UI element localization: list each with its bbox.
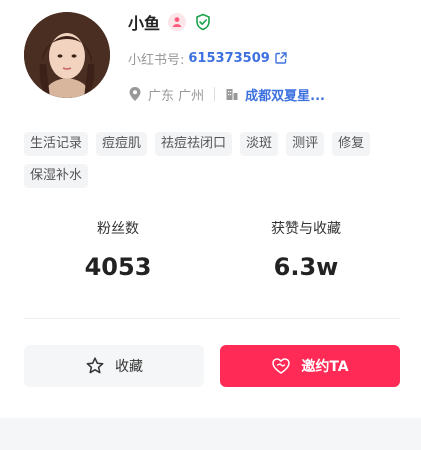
invite-label: 邀约TA [301, 359, 349, 375]
star-outline-icon [85, 356, 105, 376]
profile-card: 小鱼 小红书号: 615373509 广东 广州 成都双夏星... 生活记录 痘… [0, 0, 421, 418]
likes-value: 6.3w [273, 253, 339, 281]
tag-item[interactable]: 修复 [332, 132, 371, 156]
verified-shield-icon [194, 13, 212, 31]
building-icon [225, 87, 239, 101]
tag-item[interactable]: 祛痘祛闭口 [155, 132, 233, 156]
female-icon [168, 13, 187, 31]
tag-item[interactable]: 测评 [286, 132, 325, 156]
favorite-button[interactable]: 收藏 [24, 345, 204, 387]
profile-name: 小鱼 [128, 14, 161, 33]
tag-item[interactable]: 痘痘肌 [96, 132, 148, 156]
location-pin-icon [128, 86, 142, 102]
heart-handshake-icon [271, 356, 291, 376]
id-row: 小红书号: 615373509 [128, 48, 288, 68]
tag-item[interactable]: 保湿补水 [24, 164, 89, 188]
bottom-strip [0, 418, 421, 450]
external-link-icon[interactable] [274, 51, 288, 65]
fans-label: 粉丝数 [97, 221, 139, 237]
tag-item[interactable]: 淡斑 [240, 132, 279, 156]
section-divider [24, 318, 400, 319]
id-label: 小红书号: [128, 52, 185, 68]
stats-row: 粉丝数 4053 获赞与收藏 6.3w [24, 218, 400, 282]
name-row: 小鱼 [128, 10, 212, 34]
avatar[interactable] [24, 12, 110, 98]
location-text: 广东 广州 [148, 88, 205, 104]
id-value[interactable]: 615373509 [188, 51, 269, 66]
tag-item[interactable]: 生活记录 [24, 132, 89, 156]
likes-label: 获赞与收藏 [271, 221, 341, 237]
favorite-label: 收藏 [115, 359, 143, 375]
fans-stat: 粉丝数 4053 [24, 218, 212, 282]
tag-list: 生活记录 痘痘肌 祛痘祛闭口 淡斑 测评 修复 保湿补水 [24, 132, 394, 188]
likes-stat: 获赞与收藏 6.3w [212, 218, 400, 282]
company-link[interactable]: 成都双夏星... [245, 85, 325, 104]
fans-value: 4053 [84, 253, 152, 281]
location-divider [214, 87, 216, 101]
location-row: 广东 广州 成都双夏星... [128, 84, 325, 104]
invite-button[interactable]: 邀约TA [220, 345, 400, 387]
